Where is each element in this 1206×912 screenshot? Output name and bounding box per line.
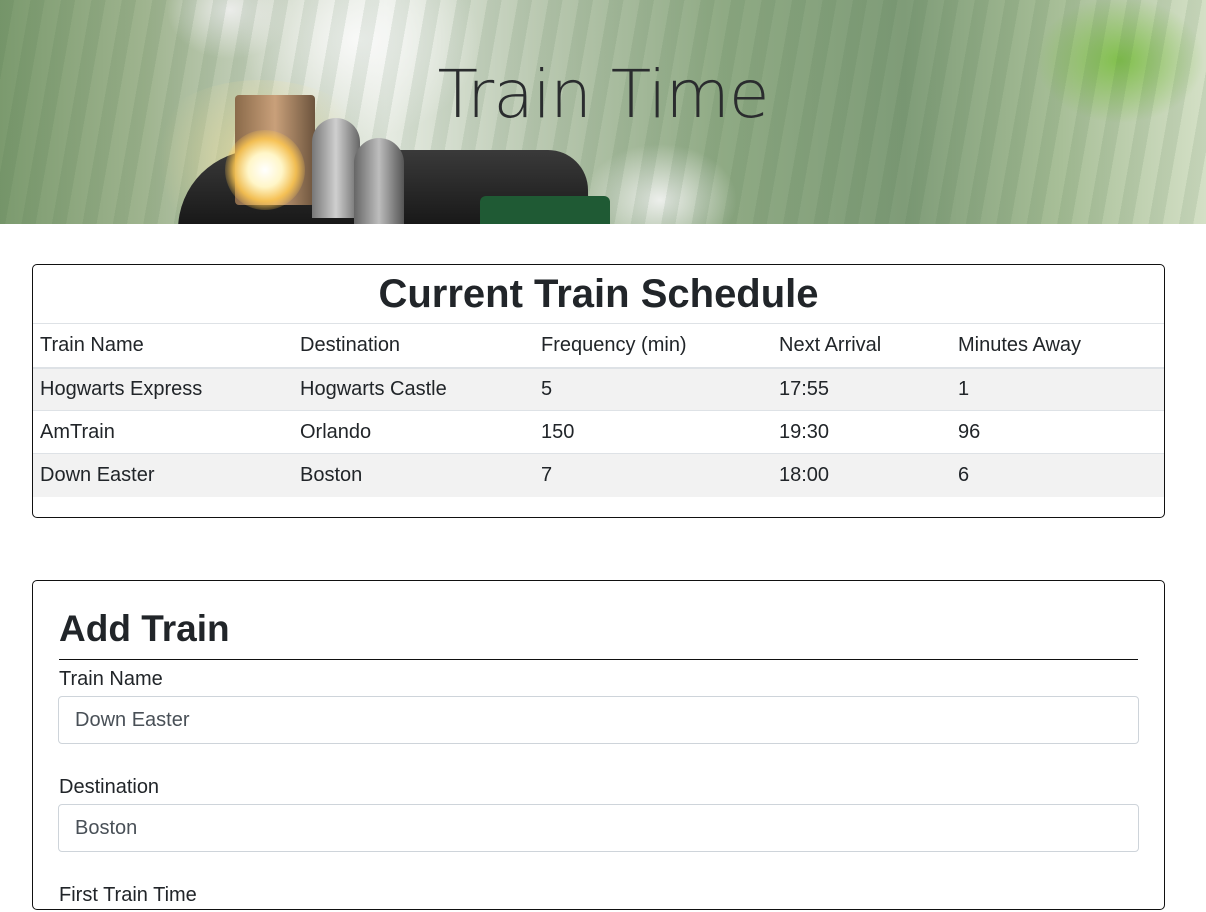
schedule-title: Current Train Schedule — [378, 272, 819, 316]
cell-destination: Orlando — [293, 410, 534, 454]
destination-input[interactable] — [58, 804, 1139, 852]
cell-destination: Boston — [293, 453, 534, 497]
add-train-card: Add Train Train Name Destination First T… — [32, 580, 1165, 910]
locomotive-trim — [480, 196, 610, 224]
table-header-row: Train Name Destination Frequency (min) N… — [33, 323, 1164, 369]
table-row: Down Easter Boston 7 18:00 6 — [33, 453, 1164, 497]
cell-train-name: AmTrain — [33, 410, 293, 454]
cell-train-name: Hogwarts Express — [33, 367, 293, 411]
cell-destination: Hogwarts Castle — [293, 367, 534, 411]
column-header-destination: Destination — [293, 323, 534, 369]
cell-frequency: 150 — [534, 410, 772, 454]
schedule-card: Current Train Schedule Train Name Destin… — [32, 264, 1165, 518]
page-title: Train Time — [437, 56, 770, 133]
column-header-train-name: Train Name — [33, 323, 293, 369]
destination-label: Destination — [59, 776, 160, 798]
train-name-label: Train Name — [59, 668, 163, 690]
column-header-frequency: Frequency (min) — [534, 323, 772, 369]
add-train-title: Add Train — [59, 607, 1138, 660]
column-header-minutes-away: Minutes Away — [951, 323, 1164, 369]
sand-dome — [354, 138, 404, 224]
cell-next-arrival: 18:00 — [772, 453, 951, 497]
cell-minutes-away: 96 — [951, 410, 1164, 454]
cell-frequency: 5 — [534, 367, 772, 411]
headlight — [225, 130, 305, 210]
table-row: AmTrain Orlando 150 19:30 96 — [33, 410, 1164, 454]
steam-dome — [312, 118, 360, 218]
cell-frequency: 7 — [534, 453, 772, 497]
hero-banner: Train Time — [0, 0, 1206, 224]
schedule-table: Train Name Destination Frequency (min) N… — [33, 323, 1164, 497]
cell-minutes-away: 6 — [951, 453, 1164, 497]
cell-next-arrival: 17:55 — [772, 367, 951, 411]
cell-train-name: Down Easter — [33, 453, 293, 497]
train-name-input[interactable] — [58, 696, 1139, 744]
table-row: Hogwarts Express Hogwarts Castle 5 17:55… — [33, 367, 1164, 411]
cell-next-arrival: 19:30 — [772, 410, 951, 454]
cell-minutes-away: 1 — [951, 367, 1164, 411]
column-header-next-arrival: Next Arrival — [772, 323, 951, 369]
